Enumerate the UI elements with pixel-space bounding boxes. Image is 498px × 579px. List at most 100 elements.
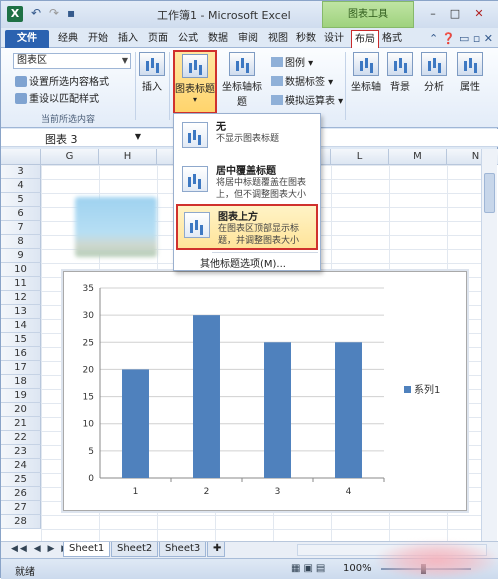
tab-review[interactable]: 审阅 (235, 30, 261, 48)
excel-app-icon[interactable]: X (7, 6, 23, 22)
menu-item-above-chart[interactable]: 图表上方 在图表区顶部显示标 题，并调整图表大小 (176, 204, 318, 250)
chart-title-button[interactable]: 图表标题 ▾ (173, 50, 217, 114)
sheet-tab-3[interactable]: Sheet3 (159, 542, 207, 557)
chart-title-label: 图表标题 (175, 84, 215, 95)
more-title-options[interactable]: 其他标题选项(M)... (200, 255, 286, 270)
tab-view[interactable]: 视图 (265, 30, 291, 48)
axis-title-button[interactable]: 坐标轴标题 (219, 52, 265, 108)
document-title: 工作簿1 - Microsoft Excel (157, 9, 291, 22)
menu-item-none[interactable]: 无 不显示图表标题 (176, 116, 318, 162)
menu-item-title: 无 (216, 122, 226, 133)
save-icon[interactable]: ▪ (67, 6, 75, 20)
tab-data[interactable]: 数据 (205, 30, 231, 48)
row-header[interactable]: 16 (1, 347, 41, 361)
menu-item-desc: 不显示图表标题 (216, 134, 280, 144)
view-mode-icons[interactable]: ▦▣▤ (291, 563, 328, 574)
row-header[interactable]: 14 (1, 319, 41, 333)
vertical-scrollbar[interactable] (481, 149, 497, 541)
tab-extra[interactable]: 秒数 (293, 30, 319, 48)
select-all-corner[interactable] (1, 149, 41, 165)
background-button[interactable]: 背景 (387, 52, 413, 93)
maximize-icon[interactable]: □ (447, 7, 463, 21)
background-label: 背景 (390, 82, 410, 93)
row-header[interactable]: 8 (1, 235, 41, 249)
tab-home[interactable]: 开始 (85, 30, 111, 48)
format-selection-label: 设置所选内容格式 (29, 77, 109, 88)
row-header[interactable]: 21 (1, 417, 41, 431)
menu-item-centered-overlay[interactable]: 居中覆盖标题 将居中标题覆盖在图表 上，但不调整图表大小 (176, 160, 318, 206)
row-header[interactable]: 7 (1, 221, 41, 235)
row-header[interactable]: 5 (1, 193, 41, 207)
properties-button[interactable]: 属性 (457, 52, 483, 93)
data-labels-label: 数据标签 (285, 77, 325, 88)
data-labels-icon (271, 76, 283, 86)
row-header[interactable]: 17 (1, 361, 41, 375)
tab-layout[interactable]: 布局 (351, 30, 379, 48)
above-title-icon (184, 212, 210, 238)
axes-button[interactable]: 坐标轴 (349, 52, 383, 93)
chevron-down-icon: ▼ (121, 56, 128, 65)
row-header[interactable]: 24 (1, 459, 41, 473)
row-header[interactable]: 26 (1, 487, 41, 501)
status-ready: 就绪 (15, 567, 35, 578)
scroll-thumb[interactable] (484, 173, 495, 213)
y-tick-label: 25 (83, 338, 94, 348)
row-header[interactable]: 18 (1, 375, 41, 389)
tab-insert[interactable]: 插入 (115, 30, 141, 48)
help-icon[interactable]: ⌃ ❓ ▭ ▫ ✕ (429, 32, 493, 45)
new-sheet-icon[interactable]: ✚ (207, 542, 225, 557)
legend-button[interactable]: 图例 ▾ (271, 54, 313, 69)
chart-elements-select[interactable]: 图表区 ▼ (13, 53, 131, 69)
insert-button[interactable]: 插入 (139, 52, 165, 93)
tab-design[interactable]: 设计 (321, 30, 347, 48)
undo-icon[interactable]: ↶ (31, 6, 41, 20)
column-header[interactable]: M (389, 149, 447, 165)
chart-object[interactable]: 0 5 10 15 20 25 30 35 1 2 3 4 系列1 (63, 271, 467, 511)
chart-title-menu: 无 不显示图表标题 居中覆盖标题 将居中标题覆盖在图表 上，但不调整图表大小 图… (173, 113, 321, 271)
column-header[interactable]: G (41, 149, 99, 165)
analysis-button[interactable]: 分析 (421, 52, 447, 93)
tab-format[interactable]: 格式 (379, 30, 405, 48)
y-tick-label: 30 (83, 311, 95, 321)
redo-icon[interactable]: ↷ (49, 6, 59, 20)
row-header[interactable]: 12 (1, 291, 41, 305)
x-tick-label: 4 (346, 487, 352, 497)
row-header[interactable]: 6 (1, 207, 41, 221)
zoom-level[interactable]: 100% (343, 563, 372, 574)
column-header[interactable]: L (331, 149, 389, 165)
sheet-tab-1[interactable]: Sheet1 (63, 542, 111, 557)
bar (264, 342, 291, 478)
chevron-down-icon: ▾ (192, 95, 197, 104)
column-header[interactable]: H (99, 149, 157, 165)
row-header[interactable]: 27 (1, 501, 41, 515)
row-header[interactable]: 25 (1, 473, 41, 487)
row-header[interactable]: 15 (1, 333, 41, 347)
insert-label: 插入 (142, 82, 162, 93)
row-header[interactable]: 3 (1, 165, 41, 179)
row-header[interactable]: 28 (1, 515, 41, 529)
row-header[interactable]: 11 (1, 277, 41, 291)
row-header[interactable]: 10 (1, 263, 41, 277)
close-icon[interactable]: ✕ (471, 7, 487, 21)
data-table-button[interactable]: 模拟运算表 ▾ (271, 92, 343, 107)
row-header[interactable]: 22 (1, 431, 41, 445)
tab-page[interactable]: 页面 (145, 30, 171, 48)
row-header[interactable]: 19 (1, 389, 41, 403)
menu-divider (212, 252, 318, 253)
tab-file[interactable]: 文件 (5, 30, 49, 48)
row-header[interactable]: 13 (1, 305, 41, 319)
reset-style-button[interactable]: 重设以匹配样式 (15, 90, 99, 105)
row-header[interactable]: 23 (1, 445, 41, 459)
row-header[interactable]: 4 (1, 179, 41, 193)
tab-classic[interactable]: 经典 (55, 30, 81, 48)
y-tick-label: 5 (88, 447, 94, 457)
y-tick-label: 10 (83, 420, 95, 430)
row-header[interactable]: 20 (1, 403, 41, 417)
sheet-tab-2[interactable]: Sheet2 (111, 542, 159, 557)
name-box[interactable]: 图表 3 ▼ (45, 131, 145, 146)
format-selection-button[interactable]: 设置所选内容格式 (15, 73, 109, 88)
minimize-icon[interactable]: – (425, 7, 441, 21)
data-labels-button[interactable]: 数据标签 ▾ (271, 73, 333, 88)
tab-formulas[interactable]: 公式 (175, 30, 201, 48)
row-header[interactable]: 9 (1, 249, 41, 263)
